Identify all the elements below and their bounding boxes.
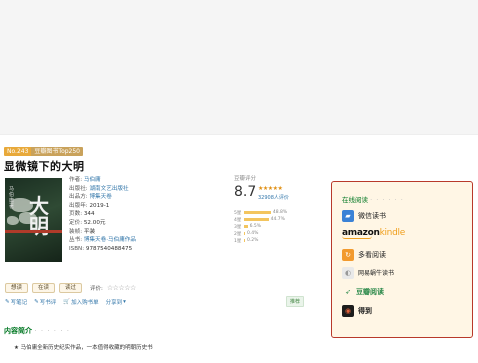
rating-bar-percent: 0.4%	[247, 231, 259, 236]
bird-icon: ➶	[345, 287, 351, 296]
rating-bar-row: 3星 6.5%	[234, 223, 287, 230]
owl-icon: ◉	[342, 304, 354, 317]
intro-heading: 内容简介 · · · · · ·	[4, 327, 70, 335]
pencil-icon: ✎	[34, 299, 39, 305]
rating-bar-label: 3星	[234, 224, 242, 230]
rating-bar-label: 5星	[234, 210, 242, 216]
cart-icon: 🛒	[63, 299, 71, 305]
have-read-button[interactable]: 读过	[59, 283, 83, 293]
rating-breakdown: 5星 48.8% 4星 44.7% 3星 6.5% 2星 0.4% 1星 0.2%	[234, 209, 287, 244]
info-row-isbn: ISBN: 9787540488475	[69, 245, 133, 252]
vendor-douban-read[interactable]: ➶ 豆瓣阅读	[342, 285, 384, 298]
rating-bar-row: 2星 0.4%	[234, 230, 287, 237]
info-row-year: 出版年: 2019-1	[69, 202, 110, 209]
want-to-read-button[interactable]: 想读	[5, 283, 29, 293]
pencil-icon: ✎	[5, 299, 10, 305]
rate-label: 评价:	[90, 286, 103, 292]
online-reading-panel: 在线阅读 · · · · · · ▰ 微信读书 amazon kindle ↻ 多…	[331, 181, 473, 338]
rating-bar-label: 2星	[234, 231, 242, 237]
producer-link[interactable]: 博集天卷	[89, 194, 111, 200]
reading-status-bar: 想读 在读 读过 评价: ☆☆☆☆☆	[5, 283, 136, 293]
rating-bar-fill	[244, 232, 245, 235]
rank-label: 豆瓣图书Top250	[31, 147, 83, 156]
info-row-publisher: 出版社: 湖南文艺出版社	[69, 185, 129, 192]
online-reading-title: 在线阅读 · · · · · ·	[342, 196, 404, 204]
top-blank-area	[0, 0, 478, 135]
rating-bar-fill	[244, 239, 245, 242]
info-row-binding: 装帧: 平装	[69, 228, 96, 235]
rating-bar-percent: 0.2%	[247, 238, 259, 243]
book-cover[interactable]: 马伯庸著 大明	[5, 178, 62, 262]
rating-stars: ★★★★★	[258, 185, 283, 192]
write-note-link[interactable]: ✎ 写笔记	[5, 298, 27, 306]
book-operations: ✎ 写笔记 ✎ 写书评 🛒 加入购书单 分享到 ▾	[5, 298, 126, 306]
rating-bar-row: 5星 48.8%	[234, 209, 287, 216]
rating-label: 豆瓣评分	[234, 176, 257, 182]
rating-bar-fill	[244, 225, 248, 228]
info-row-author: 作者: 马伯庸	[69, 177, 101, 183]
rating-bar-label: 4星	[234, 217, 242, 223]
rating-bar-label: 1星	[234, 238, 242, 244]
snail-icon: ◐	[342, 266, 354, 279]
publisher-link[interactable]: 湖南文艺出版社	[89, 186, 128, 192]
reading-button[interactable]: 在读	[32, 283, 56, 293]
vendor-dedao[interactable]: ◉ 得到	[342, 304, 372, 317]
top250-badge[interactable]: No.243 豆瓣图书Top250	[4, 147, 83, 156]
book-icon: ▰	[342, 209, 354, 222]
rating-bar-row: 4星 44.7%	[234, 216, 287, 223]
info-row-producer: 出品方: 博集天卷	[69, 194, 112, 201]
duokan-icon: ↻	[342, 248, 354, 261]
book-info: 作者: 马伯庸 出版社: 湖南文艺出版社 出品方: 博集天卷 出版年: 2019…	[69, 176, 136, 253]
cover-band	[5, 230, 62, 233]
author-link[interactable]: 马伯庸	[84, 177, 101, 183]
share-link[interactable]: 分享到 ▾	[106, 298, 126, 306]
rating-count-link[interactable]: 32908人评价	[258, 194, 289, 201]
add-to-buylist-link[interactable]: 🛒 加入购书单	[63, 298, 98, 306]
intro-text: ★ 马伯庸全新历史纪实作品，一本值得收藏的明朝历史书	[14, 345, 153, 351]
rating-bar-fill	[244, 211, 271, 214]
cover-author-text: 马伯庸著	[9, 186, 15, 210]
info-row-price: 定价: 52.00元	[69, 219, 106, 226]
vendor-weixin-read[interactable]: ▰ 微信读书	[342, 209, 386, 222]
rate-stars-input[interactable]: ☆☆☆☆☆	[107, 284, 136, 292]
rating-bar-percent: 48.8%	[272, 210, 288, 215]
recommend-button[interactable]: 推荐	[286, 296, 305, 307]
rating-bar-percent: 6.5%	[249, 224, 261, 229]
rank-number: No.243	[4, 147, 32, 156]
rating-summary: 豆瓣评分 8.7 ★★★★★ 32908人评价	[234, 174, 296, 201]
rating-bar-row: 1星 0.2%	[234, 237, 287, 244]
rating-bar-percent: 44.7%	[270, 217, 285, 222]
series-link[interactable]: 博集天卷·马伯庸作品	[84, 237, 136, 243]
book-title: 显微镜下的大明	[4, 160, 85, 173]
rating-bar-fill	[244, 218, 269, 221]
rating-score: 8.7	[234, 184, 257, 200]
write-review-link[interactable]: ✎ 写书评	[34, 298, 56, 306]
amazon-smile-icon	[342, 236, 372, 239]
chevron-down-icon: ▾	[123, 299, 126, 305]
info-row-pages: 页数: 344	[69, 211, 95, 218]
vendor-duokan[interactable]: ↻ 多看阅读	[342, 248, 386, 261]
vendor-netease-snail[interactable]: ◐ 网易蜗牛读书	[342, 266, 394, 279]
info-row-series: 丛书: 博集天卷·马伯庸作品	[69, 237, 136, 244]
